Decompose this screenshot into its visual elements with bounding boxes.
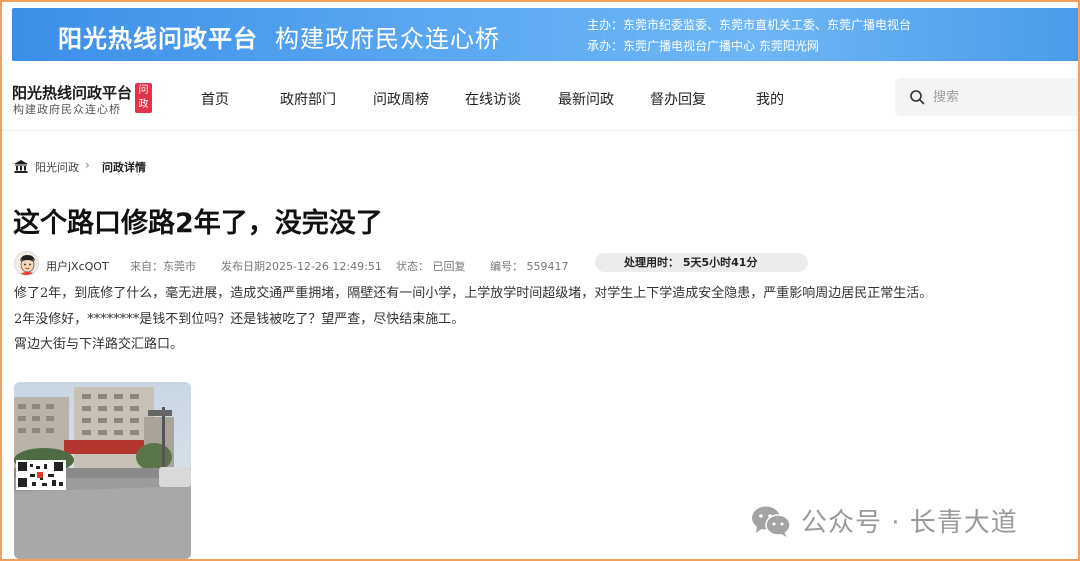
logo-subtitle: 构建政府民众连心桥 (13, 103, 121, 116)
logo-badge-text: 问政 (138, 85, 149, 110)
nav-item-replies[interactable]: 督办回复 (650, 89, 706, 109)
processing-time-badge: 处理用时： 5天5小时41分 (595, 253, 808, 272)
post-number: 编号： 559417 (490, 260, 569, 273)
search-icon[interactable] (909, 89, 925, 105)
page-title: 这个路口修路2年了，没完没了 (13, 208, 383, 239)
street-photo (14, 382, 191, 559)
banner-subtitle: 构建政府民众连心桥 (275, 25, 500, 53)
banner-title: 阳光热线问政平台 (58, 25, 258, 53)
breadcrumb-root[interactable]: 阳光问政 (35, 159, 79, 175)
post-date: 发布日期2025-12-26 12:49:51 (221, 260, 382, 273)
breadcrumb-separator: › (85, 158, 90, 172)
search-input[interactable] (933, 86, 1073, 108)
nav-item-latest[interactable]: 最新问政 (558, 89, 614, 109)
post-status: 状态： 已回复 (396, 260, 466, 273)
nav-item-weekly-list[interactable]: 问政周榜 (373, 89, 429, 109)
post-paragraph: 修了2年，到底修了什么，毫无进展，造成交通严重拥堵，隔壁还有一间小学，上学放学时… (14, 286, 933, 301)
nav-item-home[interactable]: 首页 (201, 89, 229, 109)
bank-building-icon (14, 160, 28, 173)
nav-item-mine[interactable]: 我的 (756, 89, 784, 109)
post-body: 修了2年，到底修了什么，毫无进展，造成交通严重拥堵，隔壁还有一间小学，上学放学时… (14, 281, 1074, 358)
page-frame: 阳光热线问政平台 构建政府民众连心桥 主办：东莞市纪委监委、东莞市直机关工委、东… (0, 0, 1080, 561)
post-paragraph: 2年没修好，********是钱不到位吗？还是钱被吃了？望严查，尽快结束施工。 (14, 311, 465, 327)
banner-organizer: 承办：东莞广播电视台广播中心 东莞阳光网 (587, 39, 819, 53)
nav-item-departments[interactable]: 政府部门 (280, 89, 336, 109)
avatar[interactable] (14, 251, 39, 276)
post-from: 来自：东莞市 (130, 260, 196, 273)
nav-bar: 阳光热线问政平台 构建政府民众连心桥 问政 首页 政府部门 问政周榜 在线访谈 … (2, 68, 1078, 131)
post-photo[interactable] (14, 382, 191, 559)
post-paragraph: 霄边大街与下洋路交汇路口。 (14, 337, 184, 352)
search-box[interactable] (895, 78, 1078, 116)
wechat-icon (752, 506, 791, 537)
breadcrumb-current: 问政详情 (102, 161, 146, 174)
logo-badge: 问政 (135, 83, 152, 113)
post-user[interactable]: 用户jXcQOT (46, 258, 109, 274)
nav-item-interviews[interactable]: 在线访谈 (465, 89, 521, 109)
avatar-face-icon (15, 252, 38, 275)
watermark-text: 公众号 · 长青大道 (801, 508, 1018, 538)
top-banner: 阳光热线问政平台 构建政府民众连心桥 主办：东莞市纪委监委、东莞市直机关工委、东… (12, 8, 1078, 61)
banner-host: 主办：东莞市纪委监委、东莞市直机关工委、东莞广播电视台 (587, 18, 912, 32)
post-meta: 用户jXcQOT 来自：东莞市 发布日期2025-12-26 12:49:51 … (14, 251, 814, 277)
logo-title[interactable]: 阳光热线问政平台 (12, 82, 132, 103)
